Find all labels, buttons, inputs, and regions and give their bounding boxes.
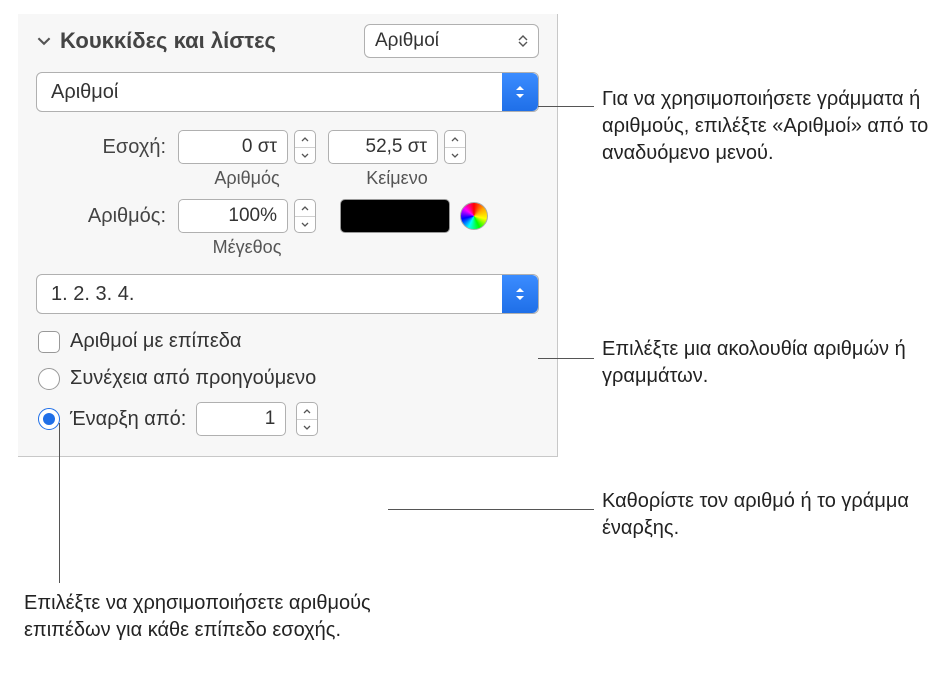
- callout-leader: [59, 423, 60, 583]
- color-swatch[interactable]: [340, 199, 450, 233]
- stepper-up-icon[interactable]: [445, 131, 465, 147]
- start-from-row: Έναρξη από: 1: [36, 402, 539, 436]
- tiered-numbers-checkbox[interactable]: [38, 331, 60, 353]
- callout-sequence-popup: Επιλέξτε μια ακολουθία αριθμών ή γραμμάτ…: [602, 336, 932, 390]
- number-size-label: Αριθμός:: [76, 199, 166, 228]
- stepper-up-icon[interactable]: [295, 200, 315, 216]
- stepper-down-icon[interactable]: [445, 147, 465, 163]
- callout-start-from: Καθορίστε τον αριθμό ή το γράμμα έναρξης…: [602, 488, 932, 542]
- list-type-popup[interactable]: Αριθμοί: [364, 24, 539, 58]
- stepper-down-icon[interactable]: [295, 216, 315, 232]
- color-wheel-icon[interactable]: [460, 202, 488, 230]
- continue-from-previous-radio[interactable]: [38, 368, 60, 390]
- start-from-input[interactable]: 1: [196, 402, 286, 436]
- tiered-numbers-label: Αριθμοί με επίπεδα: [70, 330, 242, 353]
- number-size-input[interactable]: 100%: [178, 199, 288, 233]
- indent-text-sublabel: Κείμενο: [366, 168, 427, 189]
- indent-label: Εσοχή:: [76, 130, 166, 159]
- section-title: Κουκκίδες και λίστες: [60, 28, 276, 54]
- continue-from-previous-label: Συνέχεια από προηγούμενο: [70, 367, 316, 390]
- start-from-label: Έναρξη από:: [70, 408, 186, 431]
- indent-text-input[interactable]: 52,5 στ: [328, 130, 438, 164]
- popup-arrows-icon: [502, 73, 538, 111]
- sequence-popup[interactable]: 1. 2. 3. 4.: [36, 274, 539, 314]
- chevron-down-icon[interactable]: [36, 33, 52, 49]
- indent-number-group: 0 στ Αριθμός: [178, 130, 316, 189]
- indent-number-input[interactable]: 0 στ: [178, 130, 288, 164]
- callout-leader: [538, 106, 594, 107]
- start-from-stepper[interactable]: [296, 402, 318, 436]
- callout-tiered-numbers: Επιλέξτε να χρησιμοποιήσετε αριθμούς επι…: [24, 590, 424, 644]
- list-style-popup-label: Αριθμοί: [51, 81, 502, 104]
- indent-text-group: 52,5 στ Κείμενο: [328, 130, 466, 189]
- updown-icon: [510, 35, 528, 47]
- stepper-up-icon[interactable]: [295, 131, 315, 147]
- continue-from-previous-row: Συνέχεια από προηγούμενο: [36, 367, 539, 390]
- number-color-group: [340, 199, 488, 233]
- popup-arrows-icon: [502, 275, 538, 313]
- number-size-sublabel: Μέγεθος: [213, 237, 282, 258]
- list-style-popup[interactable]: Αριθμοί: [36, 72, 539, 112]
- section-header: Κουκκίδες και λίστες Αριθμοί: [36, 24, 539, 58]
- list-type-popup-label: Αριθμοί: [375, 30, 439, 52]
- number-size-row: Αριθμός: 100% Μέγεθος: [36, 199, 539, 258]
- callout-leader: [538, 358, 594, 359]
- bullets-lists-panel: Κουκκίδες και λίστες Αριθμοί Αριθμοί Εσο…: [18, 14, 558, 457]
- indent-number-stepper[interactable]: [294, 130, 316, 164]
- stepper-up-icon[interactable]: [297, 403, 317, 419]
- number-size-stepper[interactable]: [294, 199, 316, 233]
- indent-number-sublabel: Αριθμός: [214, 168, 279, 189]
- start-from-radio[interactable]: [38, 408, 60, 430]
- callout-leader: [388, 509, 594, 510]
- number-size-group: 100% Μέγεθος: [178, 199, 316, 258]
- tiered-numbers-row: Αριθμοί με επίπεδα: [36, 330, 539, 353]
- indent-row: Εσοχή: 0 στ Αριθμός 52,5 στ Κείμενο: [36, 130, 539, 189]
- stepper-down-icon[interactable]: [295, 147, 315, 163]
- callout-style-popup: Για να χρησιμοποιήσετε γράμματα ή αριθμο…: [602, 86, 932, 167]
- stepper-down-icon[interactable]: [297, 419, 317, 435]
- indent-text-stepper[interactable]: [444, 130, 466, 164]
- sequence-popup-label: 1. 2. 3. 4.: [51, 283, 502, 306]
